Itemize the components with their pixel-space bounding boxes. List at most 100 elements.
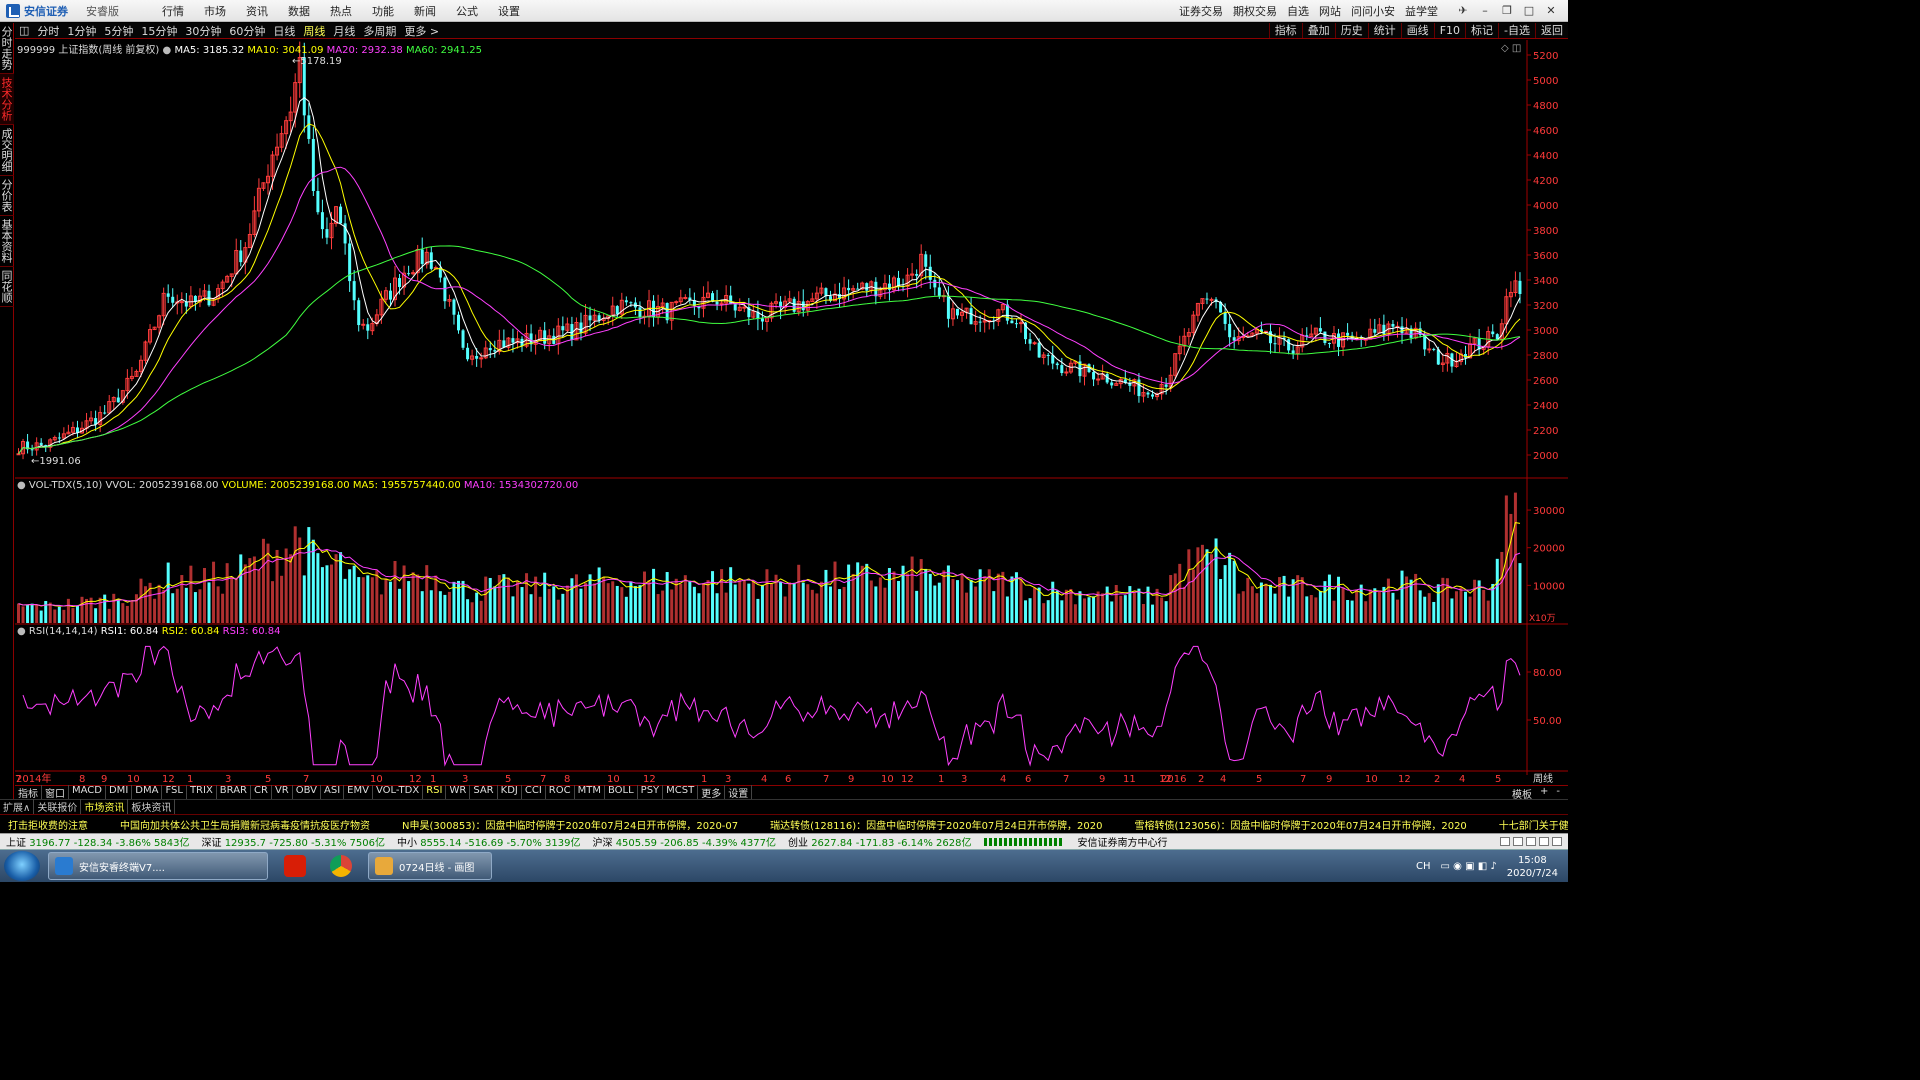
tool-button[interactable]: 返回: [1535, 23, 1568, 38]
index-item[interactable]: 深证 12935.7 -725.80 -5.31% 7506亿: [202, 834, 386, 849]
indicator-tab[interactable]: RSI: [423, 784, 447, 800]
left-tab[interactable]: 同花顺: [0, 267, 14, 307]
menu-item[interactable]: 数据: [288, 3, 310, 19]
indicator-tab[interactable]: VOL-TDX: [373, 784, 424, 800]
period-tab[interactable]: 15分钟: [141, 23, 177, 39]
tool-button[interactable]: 历史: [1334, 23, 1368, 38]
menu-item[interactable]: 公式: [456, 3, 478, 19]
period-tab[interactable]: 5分钟: [104, 23, 133, 39]
news-item[interactable]: 中国向加共体公共卫生局捐赠新冠病毒疫情抗疫医疗物资: [120, 817, 370, 832]
period-tab[interactable]: 日线: [273, 23, 295, 39]
left-tab[interactable]: 分时走势: [0, 23, 14, 74]
indicator-tab[interactable]: MCST: [663, 784, 699, 800]
period-tab[interactable]: 1分钟: [67, 23, 96, 39]
indicator-tab[interactable]: WR: [446, 784, 471, 800]
period-tab[interactable]: 月线: [333, 23, 355, 39]
indicator-tab[interactable]: BRAR: [217, 784, 251, 800]
menu-item[interactable]: 市场: [204, 3, 226, 19]
index-item[interactable]: 创业 2627.84 -171.83 -6.14% 2628亿: [788, 834, 972, 849]
minimize-button[interactable]: –: [1474, 4, 1496, 17]
taskbar-app-chrome[interactable]: [322, 852, 360, 880]
news-item[interactable]: N申昊(300853)：因盘中临时停牌于2020年07月24日开市停牌，2020…: [402, 817, 738, 832]
vol-toggle-icon[interactable]: ●: [17, 480, 26, 491]
period-tab[interactable]: 多周期: [363, 23, 396, 39]
indicator-tab[interactable]: ROC: [546, 784, 575, 800]
indicator-tab[interactable]: FSL: [162, 784, 187, 800]
period-tab[interactable]: 更多 >: [404, 23, 439, 39]
close-button[interactable]: ✕: [1540, 4, 1562, 17]
taskbar-app-terminal[interactable]: 安信安睿终端V7....: [48, 852, 268, 880]
indicator-tab[interactable]: VR: [272, 784, 293, 800]
tool-button[interactable]: 指标: [1268, 23, 1302, 38]
indicator-tab[interactable]: TRIX: [187, 784, 217, 800]
indicator-tab[interactable]: 窗口: [42, 784, 69, 800]
indicator-tab[interactable]: 更多: [698, 784, 726, 800]
menu-item[interactable]: 问问小安: [1351, 3, 1395, 19]
taskbar-app-paint[interactable]: 0724日线 - 画图: [368, 852, 492, 880]
expand-tab[interactable]: 板块资讯: [128, 799, 176, 814]
index-item[interactable]: 沪深 4505.59 -206.85 -4.39% 4377亿: [593, 834, 777, 849]
menu-item[interactable]: 自选: [1287, 3, 1309, 19]
indicator-tab[interactable]: MACD: [69, 784, 106, 800]
menu-item[interactable]: 新闻: [414, 3, 436, 19]
indicator-tab[interactable]: EMV: [344, 784, 373, 800]
language-indicator[interactable]: CH: [1416, 861, 1431, 872]
menu-item[interactable]: 功能: [372, 3, 394, 19]
tool-button[interactable]: 画线: [1400, 23, 1434, 38]
period-tab[interactable]: 30分钟: [185, 23, 221, 39]
chart-area[interactable]: 5200 5000 4800 4600 4400 4200 4000 3800 3600 3400…: [15, 40, 1568, 785]
taskbar-app-mail[interactable]: [276, 852, 314, 880]
expand-tab[interactable]: 关联报价: [34, 799, 82, 814]
chart-settings-icons[interactable]: ◇ ◫: [1501, 43, 1521, 54]
rsi-toggle-icon[interactable]: ●: [17, 626, 26, 637]
left-tab[interactable]: 成交明细: [0, 125, 14, 176]
indicator-tab[interactable]: KDJ: [498, 784, 522, 800]
indicator-tab[interactable]: CCI: [522, 784, 546, 800]
indicator-tab[interactable]: DMA: [132, 784, 163, 800]
news-item[interactable]: 十七部门关于健全支持中小企业发展制: [1499, 817, 1568, 832]
indicator-tab[interactable]: CR: [251, 784, 272, 800]
period-tab[interactable]: 分时: [37, 23, 59, 39]
clock[interactable]: 15:08 2020/7/24: [1507, 854, 1558, 880]
news-item[interactable]: 瑞达转债(128116)：因盘中临时停牌于2020年07月24日开市停牌，202…: [770, 817, 1102, 832]
expand-tab[interactable]: 扩展∧: [0, 799, 35, 814]
index-item[interactable]: 中小 8555.14 -516.69 -5.70% 3139亿: [397, 834, 581, 849]
period-tab[interactable]: 60分钟: [229, 23, 265, 39]
indicator-tab[interactable]: 指标: [15, 784, 42, 800]
indicator-tab[interactable]: OBV: [293, 784, 321, 800]
maximize-button[interactable]: □: [1518, 4, 1540, 17]
tool-button[interactable]: 标记: [1465, 23, 1498, 38]
menu-item[interactable]: 网站: [1319, 3, 1341, 19]
index-item[interactable]: 上证 3196.77 -128.34 -3.86% 5843亿: [6, 834, 190, 849]
menu-item[interactable]: 证券交易: [1179, 3, 1223, 19]
menu-item[interactable]: 资讯: [246, 3, 268, 19]
tool-button[interactable]: 统计: [1367, 23, 1401, 38]
expand-tab[interactable]: 市场资讯: [81, 799, 129, 814]
start-button[interactable]: [4, 851, 40, 881]
indicator-tab[interactable]: MTM: [575, 784, 605, 800]
period-tab[interactable]: 周线: [303, 23, 325, 39]
menu-item[interactable]: 热点: [330, 3, 352, 19]
indicator-tab[interactable]: DMI: [106, 784, 133, 800]
tool-button[interactable]: 叠加: [1301, 23, 1335, 38]
legend-toggle-icon[interactable]: ●: [163, 45, 172, 56]
menu-item[interactable]: 设置: [498, 3, 520, 19]
indicator-tab[interactable]: ASI: [321, 784, 345, 800]
left-tab[interactable]: 基本资料: [0, 216, 14, 267]
indicator-tab[interactable]: SAR: [470, 784, 498, 800]
pin-icon[interactable]: ✈: [1452, 4, 1474, 17]
menu-item[interactable]: 行情: [162, 3, 184, 19]
left-tab[interactable]: 分价表: [0, 176, 14, 216]
indicator-tab[interactable]: PSY: [638, 784, 664, 800]
chart-svg[interactable]: 5200 5000 4800 4600 4400 4200 4000 3800 3600 3400…: [15, 40, 1568, 785]
restore-button[interactable]: ❐: [1496, 4, 1518, 17]
news-item[interactable]: 雪榕转债(123056)：因盘中临时停牌于2020年07月24日开市停牌，202…: [1134, 817, 1466, 832]
tool-button[interactable]: -自选: [1498, 23, 1535, 38]
indicator-tab[interactable]: BOLL: [605, 784, 638, 800]
tool-button[interactable]: F10: [1433, 23, 1465, 38]
left-tab[interactable]: 技术分析: [0, 74, 14, 125]
news-item[interactable]: 打击拒收费的注意: [8, 817, 88, 832]
indicator-tab[interactable]: 设置: [725, 784, 753, 800]
menu-item[interactable]: 益学堂: [1405, 3, 1438, 19]
panel-toggle-icon[interactable]: ◫: [19, 24, 29, 37]
